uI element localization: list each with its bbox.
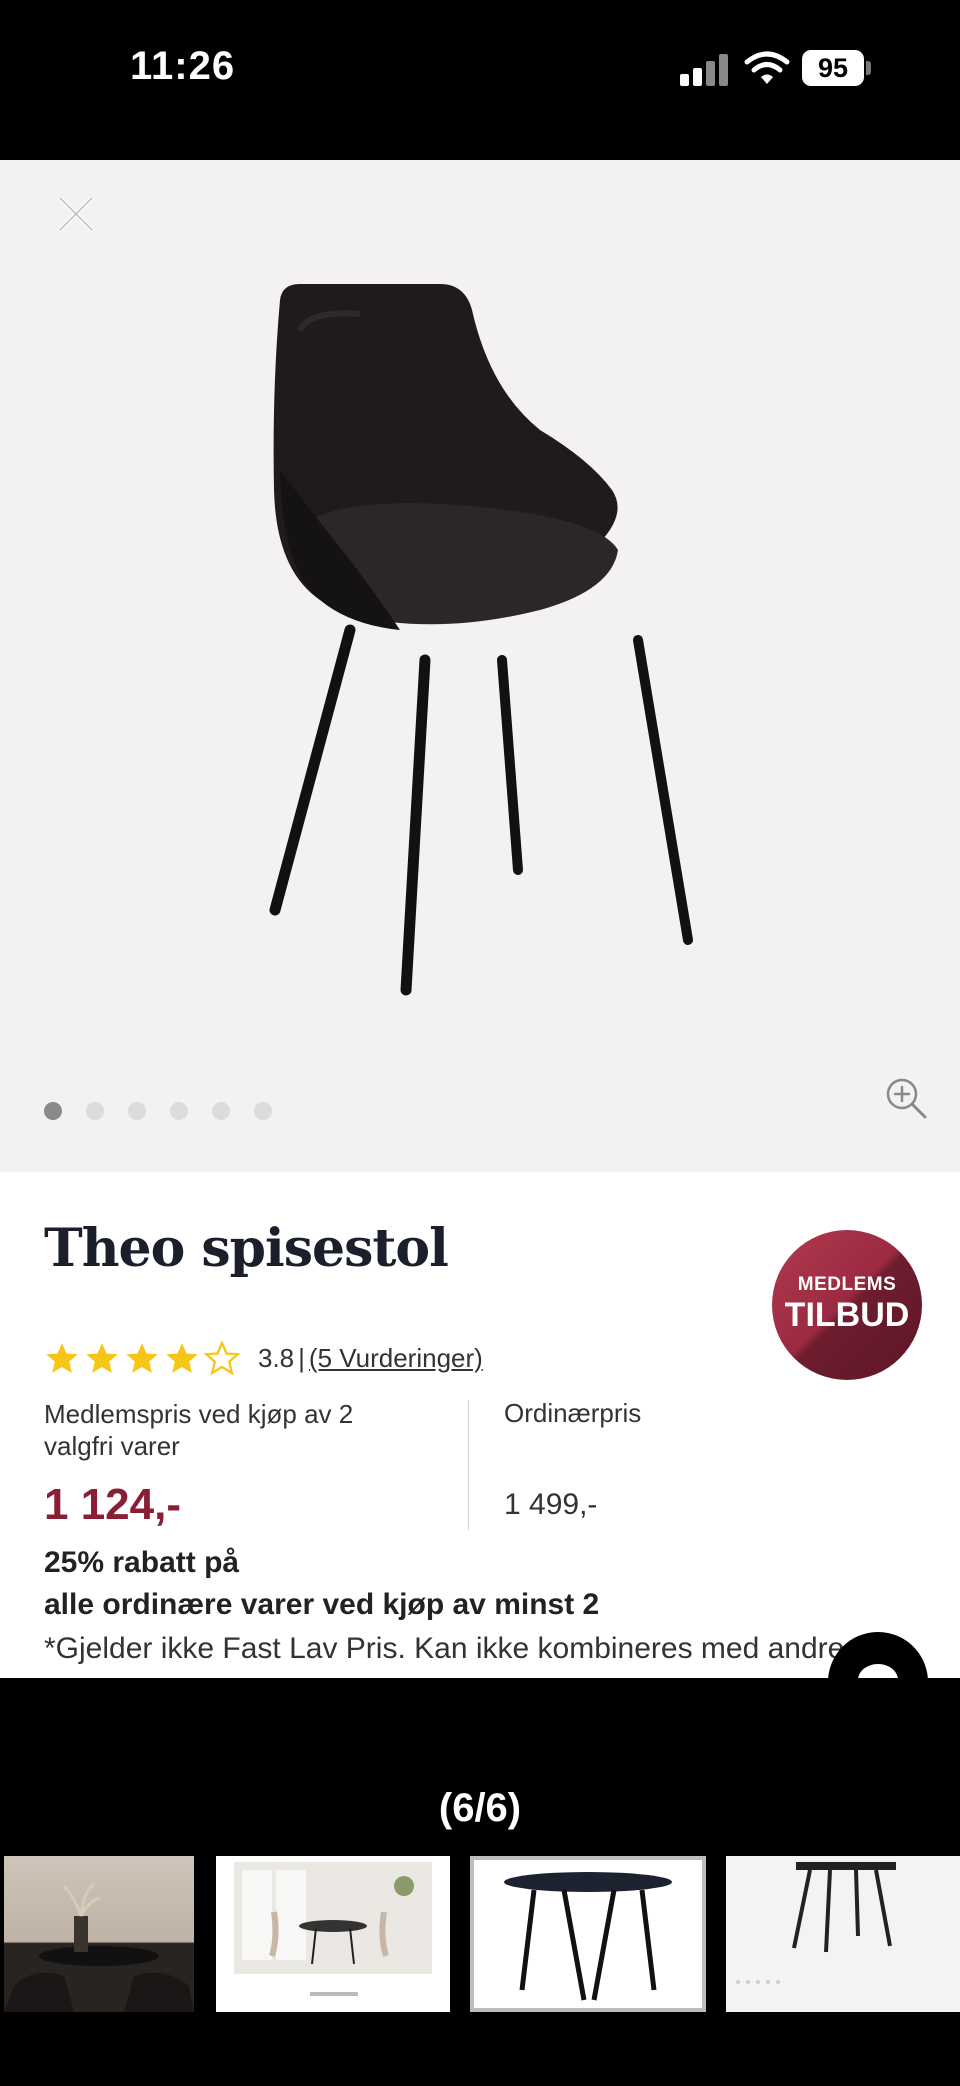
promo-disclaimer: *Gjelder ikke Fast Lav Pris. Kan ikke ko…: [44, 1632, 845, 1665]
close-icon[interactable]: [52, 190, 100, 238]
promo-line1: 25% rabatt på: [44, 1546, 240, 1579]
thumbnail-2[interactable]: [216, 1856, 450, 2012]
member-offer-badge: MEDLEMS TILBUD: [772, 1230, 922, 1380]
pagination-dot-6[interactable]: [254, 1102, 272, 1120]
thumbnail-4-image: [736, 1862, 896, 1984]
price-divider: [468, 1400, 469, 1530]
pagination-dot-1[interactable]: [44, 1102, 62, 1120]
member-price: 1 124,-: [44, 1480, 181, 1529]
chat-button[interactable]: [828, 1632, 928, 1678]
status-bar: 11:26 95: [0, 0, 960, 160]
ordinary-price: 1 499,-: [504, 1488, 598, 1521]
member-price-label: Medlemspris ved kjøp av 2 valgfri varer: [44, 1399, 354, 1461]
thumbnail-strip: [0, 1856, 960, 2012]
product-info-panel: Theo spisestol MEDLEMS TILBUD 3.8 | (5 V…: [0, 1172, 960, 1678]
rating-row: 3.8 | (5 Vurderinger): [44, 1340, 483, 1376]
thumbnail-2-image: [234, 1862, 432, 1996]
zoom-in-icon[interactable]: [884, 1076, 928, 1120]
star-empty-icon: [204, 1340, 240, 1376]
pagination-dot-4[interactable]: [170, 1102, 188, 1120]
ordinary-price-label: Ordinærpris: [504, 1398, 642, 1428]
status-time: 11:26: [130, 44, 236, 88]
star-filled-icon: [126, 1343, 158, 1373]
promo-line2: alle ordinære varer ved kjøp av minst 2: [44, 1588, 600, 1621]
badge-line2: TILBUD: [784, 1296, 910, 1334]
wifi-icon: [744, 51, 790, 84]
product-title: Theo spisestol: [44, 1218, 449, 1279]
star-filled-icon: [166, 1343, 198, 1373]
star-filled-icon: [86, 1343, 118, 1373]
pagination-dot-3[interactable]: [128, 1102, 146, 1120]
thumbnail-3[interactable]: [470, 1856, 706, 2012]
battery-indicator: 95: [802, 50, 864, 86]
reviews-link[interactable]: (5 Vurderinger): [309, 1343, 483, 1374]
badge-line1: MEDLEMS: [797, 1274, 897, 1295]
thumbnail-4[interactable]: [726, 1856, 960, 2012]
pagination-dot-5[interactable]: [212, 1102, 230, 1120]
thumbnail-3-image: [474, 1860, 702, 2008]
battery-tip: [866, 61, 871, 75]
image-pagination-dots: [44, 1102, 272, 1120]
thumbnail-1[interactable]: [4, 1856, 194, 2012]
chat-bubble-icon: [858, 1664, 898, 1678]
rating-value: 3.8: [258, 1342, 295, 1373]
star-filled-icon: [46, 1343, 78, 1373]
cellular-signal-icon: [680, 54, 730, 86]
thumbnail-1-image: [4, 1882, 194, 2012]
pagination-dot-2[interactable]: [86, 1102, 104, 1120]
image-counter: (6/6): [438, 1786, 522, 1830]
product-image-chair[interactable]: [240, 270, 720, 1000]
rating-separator: |: [298, 1342, 305, 1373]
